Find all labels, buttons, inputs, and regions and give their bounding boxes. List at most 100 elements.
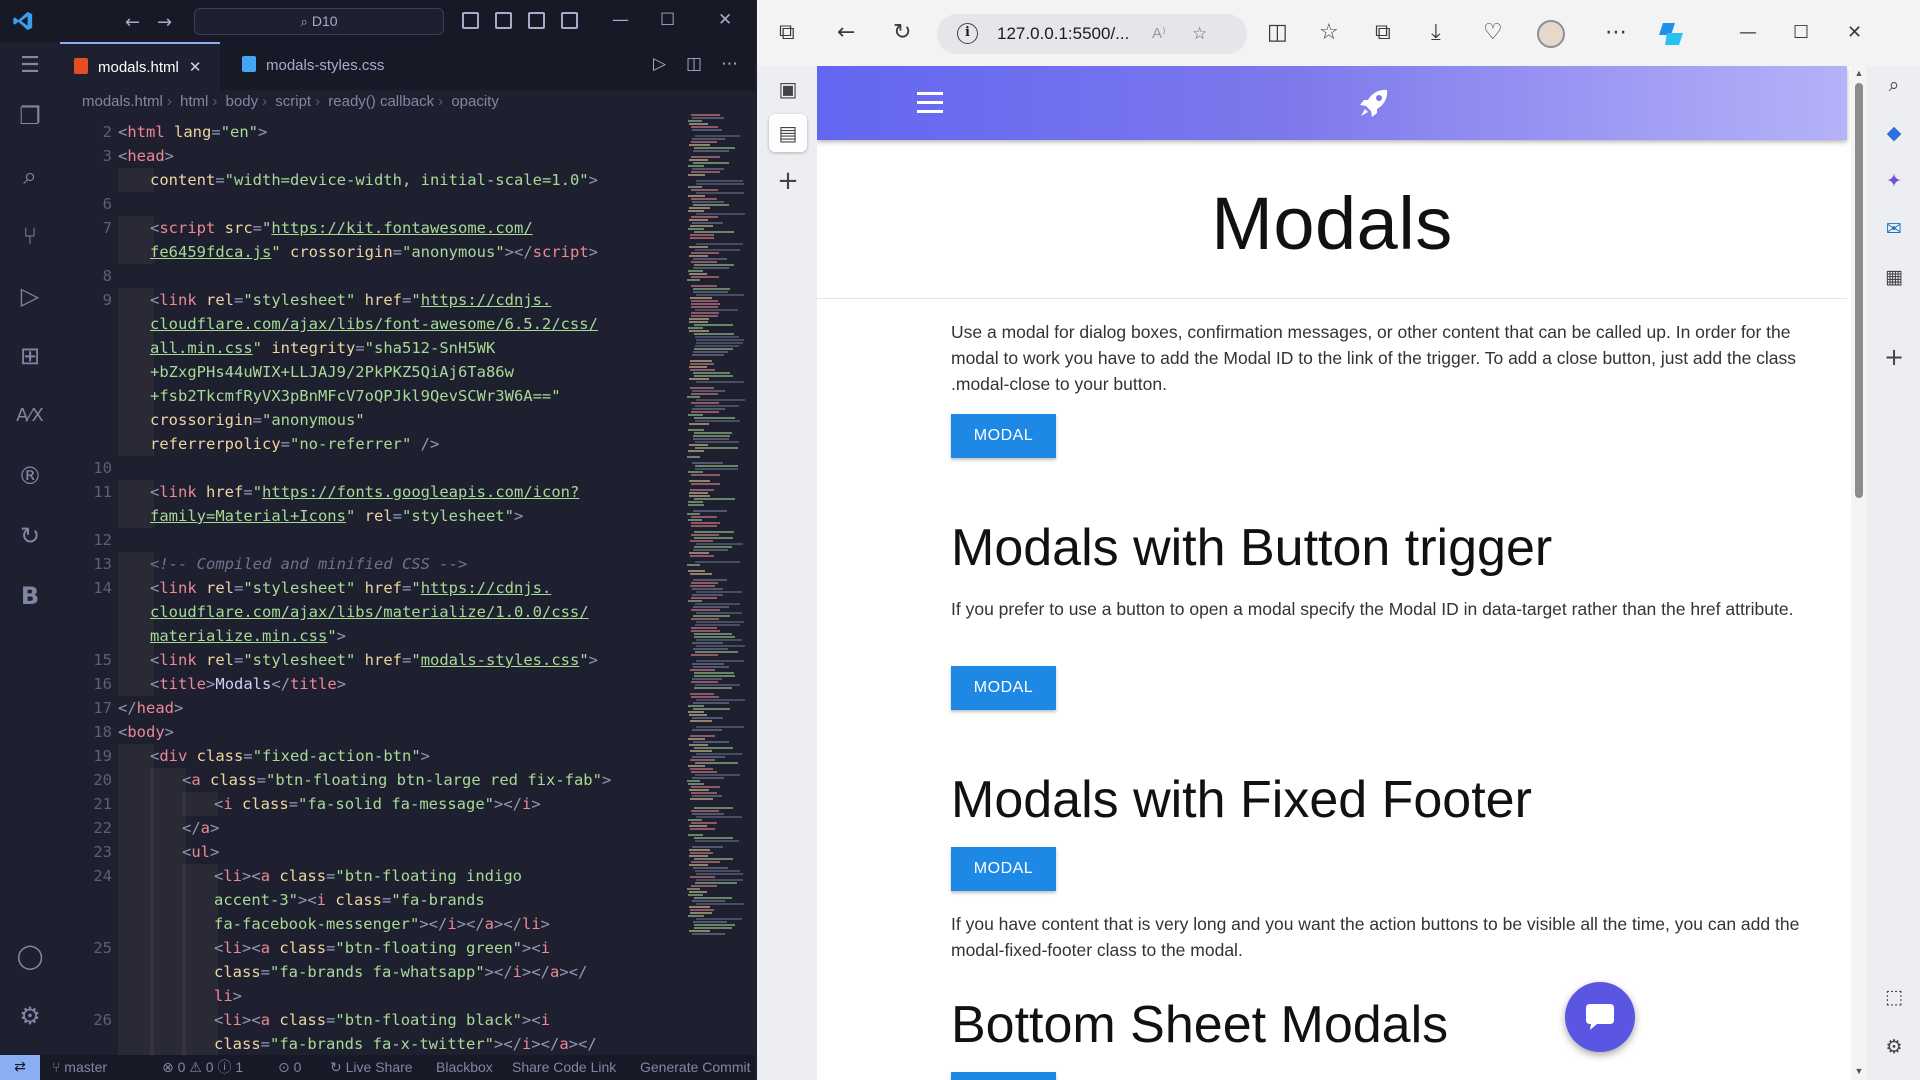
tab-pane-toggle-icon[interactable]: ▣ [769, 70, 807, 108]
screenshot-icon[interactable]: ⬚ [1881, 984, 1907, 1010]
code-line[interactable]: content="width=device-width, initial-sca… [60, 168, 685, 192]
editor-scrollbar[interactable] [745, 114, 755, 1055]
customize-layout-icon[interactable] [561, 12, 578, 29]
breadcrumb-item[interactable]: script [275, 93, 311, 110]
hamburger-menu-icon[interactable] [917, 92, 943, 114]
toggle-panel-icon[interactable] [495, 12, 512, 29]
toggle-secondary-sidebar-icon[interactable] [528, 12, 545, 29]
site-info-icon[interactable]: i [957, 23, 978, 44]
code-line[interactable]: 2 <html lang="en"> [60, 120, 685, 144]
code-line[interactable]: 12 [60, 528, 685, 552]
split-screen-icon[interactable]: ◫ [1267, 21, 1288, 45]
code-line[interactable]: 18 <body> [60, 720, 685, 744]
code-line[interactable]: 9 <link rel="stylesheet" href="https://cd… [60, 288, 685, 312]
browser-essentials-icon[interactable]: ♡ [1483, 21, 1503, 45]
code-line[interactable]: materialize.min.css"> [60, 624, 685, 648]
explorer-icon[interactable]: ❐ [14, 100, 46, 132]
modal-button-trigger-button[interactable]: MODAL [951, 666, 1056, 710]
code-line[interactable]: accent-3"><i class="fa-brands [60, 888, 685, 912]
code-line[interactable]: 19 <div class="fixed-action-btn"> [60, 744, 685, 768]
address-bar[interactable]: i 127.0.0.1:5500/... A⁾ ☆ [937, 14, 1247, 54]
modal-trigger-button[interactable]: MODAL [951, 414, 1056, 458]
tab-modals-html[interactable]: modals.html ✕ [60, 42, 220, 90]
split-editor-icon[interactable]: ◫ [686, 54, 702, 74]
code-line[interactable]: class="fa-brands fa-x-twitter"></i></a><… [60, 1032, 685, 1055]
code-line[interactable]: 26 <li><a class="btn-floating black"><i [60, 1008, 685, 1032]
code-line[interactable]: 13 <!-- Compiled and minified CSS --> [60, 552, 685, 576]
code-line[interactable]: 10 [60, 456, 685, 480]
modal-bottom-sheet-button[interactable] [951, 1072, 1056, 1080]
code-line[interactable]: 6 [60, 192, 685, 216]
code-line[interactable]: 16 <title>Modals</title> [60, 672, 685, 696]
settings-more-icon[interactable]: ⋯ [1605, 21, 1627, 45]
code-line[interactable]: 11 <link href="https://fonts.googleapis.c… [60, 480, 685, 504]
page-scrollbar[interactable]: ▲ ▼ [1851, 66, 1867, 1080]
breadcrumb-item[interactable]: modals.html [82, 93, 163, 110]
code-line[interactable]: all.min.css" integrity="sha512-SnH5WK [60, 336, 685, 360]
close-window-icon[interactable]: ✕ [718, 10, 732, 30]
scroll-up-arrow-icon[interactable]: ▲ [1854, 68, 1864, 78]
back-arrow-icon[interactable]: ← [125, 12, 140, 33]
outlook-icon[interactable]: ✉ [1881, 216, 1907, 242]
more-actions-icon[interactable]: ⋯ [721, 54, 738, 74]
code-line[interactable]: 20 <a class="btn-floating btn-large red f… [60, 768, 685, 792]
generate-commit-status[interactable]: Generate Commit [640, 1055, 750, 1080]
favorite-star-icon[interactable]: ☆ [1192, 14, 1207, 54]
run-debug-icon[interactable]: ▷ [14, 280, 46, 312]
ports-status[interactable]: ⊙ 0 [278, 1055, 301, 1080]
minimap[interactable] [685, 114, 745, 944]
branch-status[interactable]: ⑂ master [52, 1055, 107, 1080]
refresh-icon[interactable]: ↻ [893, 21, 911, 45]
rocket-logo-icon[interactable] [1357, 86, 1391, 120]
code-line[interactable]: 7 <script src="https://kit.fontawesome.co… [60, 216, 685, 240]
tab-modals-styles-css[interactable]: modals-styles.css [228, 42, 428, 90]
code-line[interactable]: crossorigin="anonymous" [60, 408, 685, 432]
command-center-search[interactable]: ⌕ D10 [194, 8, 444, 35]
new-tab-icon[interactable]: + [769, 162, 807, 200]
maximize-icon[interactable]: ☐ [1793, 21, 1809, 45]
forward-arrow-icon[interactable]: → [157, 12, 172, 33]
read-aloud-icon[interactable]: A⁾ [1152, 14, 1166, 54]
code-line[interactable]: 17 </head> [60, 696, 685, 720]
favorites-icon[interactable]: ☆ [1319, 21, 1339, 45]
code-line[interactable]: 8 [60, 264, 685, 288]
remote-explorer-icon[interactable]: ® [14, 460, 46, 492]
code-line[interactable]: 21 <i class="fa-solid fa-message"></i> [60, 792, 685, 816]
remote-indicator-icon[interactable]: ⇄ [0, 1055, 40, 1080]
settings-gear-icon[interactable]: ⚙ [14, 1000, 46, 1032]
blackbox-status[interactable]: Blackbox [436, 1055, 493, 1080]
source-control-icon[interactable]: ⑂ [14, 220, 46, 252]
ai-extension-icon[interactable]: A⁄X [14, 400, 46, 432]
breadcrumb-item[interactable]: html [180, 93, 208, 110]
code-line[interactable]: 15 <link rel="stylesheet" href="modals-st… [60, 648, 685, 672]
accounts-icon[interactable]: ◯ [14, 940, 46, 972]
code-line[interactable]: +fsb2TkcmfRyVX3pBnMFcV7oQPJkl9QevSCWr3W6… [60, 384, 685, 408]
scroll-thumb[interactable] [1855, 83, 1863, 498]
live-share-status[interactable]: ↻ Live Share [330, 1055, 413, 1080]
problems-status[interactable]: ⊗ 0 ⚠ 0 ⓘ 1 [162, 1055, 243, 1080]
copilot-icon[interactable] [1657, 21, 1685, 47]
code-line[interactable]: 24 <li><a class="btn-floating indigo [60, 864, 685, 888]
toggle-primary-sidebar-icon[interactable] [462, 12, 479, 29]
search-icon[interactable]: ⌕ [14, 160, 46, 192]
floating-action-button[interactable] [1565, 982, 1635, 1052]
breadcrumb-item[interactable]: body [226, 93, 259, 110]
tab-close-icon[interactable]: ✕ [189, 59, 202, 76]
code-line[interactable]: referrerpolicy="no-referrer" /> [60, 432, 685, 456]
code-line[interactable]: +bZxgPHs44uWIX+LLJAJ9/2PkPKZ5QiAj6Ta86w [60, 360, 685, 384]
blackbox-icon[interactable]: B [14, 580, 46, 612]
code-line[interactable]: family=Material+Icons" rel="stylesheet"> [60, 504, 685, 528]
close-window-icon[interactable]: ✕ [1847, 21, 1862, 45]
profile-avatar[interactable] [1537, 20, 1565, 48]
minimize-icon[interactable]: — [1739, 21, 1757, 45]
downloads-icon[interactable]: ⤓ [1431, 21, 1441, 45]
minimize-icon[interactable]: — [612, 10, 629, 30]
code-line[interactable]: 25 <li><a class="btn-floating green"><i [60, 936, 685, 960]
run-icon[interactable]: ▷ [653, 54, 666, 74]
breadcrumb-item[interactable]: opacity [451, 93, 499, 110]
live-share-icon[interactable]: ↻ [14, 520, 46, 552]
code-line[interactable]: 3 <head> [60, 144, 685, 168]
code-line[interactable]: fa-facebook-messenger"></i></a></li> [60, 912, 685, 936]
code-line[interactable]: cloudflare.com/ajax/libs/font-awesome/6.… [60, 312, 685, 336]
extensions-icon[interactable]: ⊞ [14, 340, 46, 372]
